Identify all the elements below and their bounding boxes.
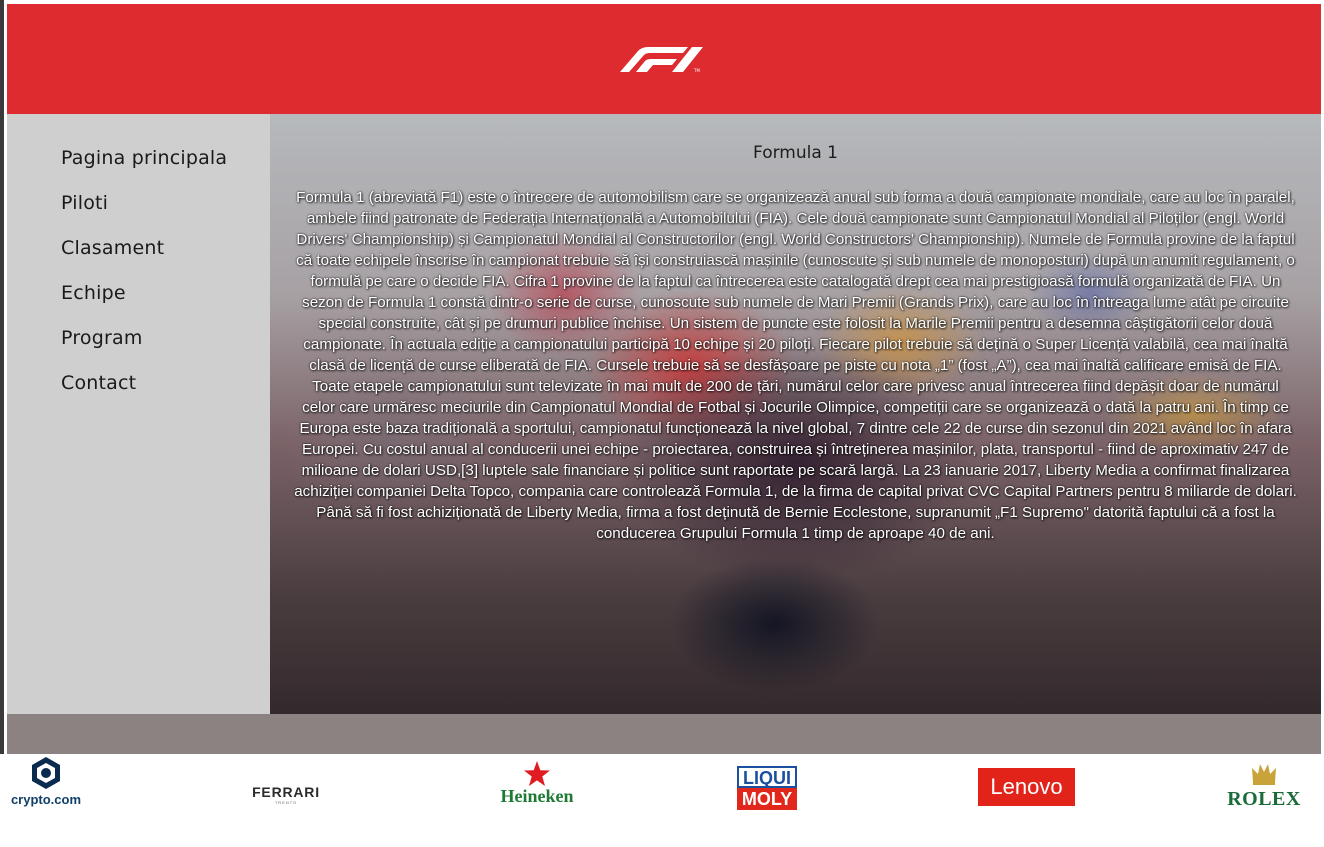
sponsor-crypto-label: crypto.com (10, 792, 82, 807)
sponsor-rolex-label: ROLEX (1227, 788, 1301, 810)
sponsor-rolex[interactable]: ROLEX (1218, 760, 1310, 811)
page-title: Formula 1 (753, 143, 838, 163)
sponsor-crypto[interactable]: crypto.com (6, 754, 86, 818)
red-star-icon (524, 761, 550, 786)
sidebar-nav: Pagina principala Piloti Clasament Echip… (7, 114, 270, 414)
sponsor-ferrari-sub: TRENTO (274, 800, 298, 805)
sponsor-heineken-label: Heineken (500, 786, 574, 806)
footer-bar (7, 714, 1321, 754)
nav-link-contact[interactable]: Contact (61, 372, 136, 394)
sponsor-heineken[interactable]: Heineken (488, 760, 586, 807)
nav-link-standings[interactable]: Clasament (61, 237, 164, 259)
article-text: Formula 1 (abreviată F1) este o întrecer… (294, 189, 1297, 542)
nav-link-schedule[interactable]: Program (61, 327, 143, 349)
sponsor-liqui-top: LIQUI (737, 766, 797, 788)
f1-logo[interactable]: TM (614, 46, 714, 72)
window-edge (0, 0, 4, 847)
sidebar-item-schedule: Program (61, 324, 270, 369)
main-content: Formula 1 Formula 1 (abreviată F1) este … (270, 114, 1321, 714)
crypto-lion-icon (32, 757, 60, 789)
crown-icon (1252, 764, 1276, 785)
sponsor-ferrari[interactable]: FERRARI TRENTO (248, 784, 324, 805)
site-header: TM (7, 4, 1321, 114)
sponsor-liqui-moly[interactable]: LIQUI MOLY (737, 766, 797, 810)
sponsor-strip: crypto.com FERRARI TRENTO Heineken LIQUI… (0, 754, 1324, 847)
svg-text:TM: TM (693, 68, 700, 72)
sidebar-item-standings: Clasament (61, 234, 270, 279)
sidebar-item-contact: Contact (61, 369, 270, 414)
sidebar-item-home: Pagina principala (61, 144, 270, 189)
sponsor-lenovo[interactable]: Lenovo (978, 768, 1075, 806)
sponsor-ferrari-label: FERRARI (252, 784, 320, 800)
sidebar-item-drivers: Piloti (61, 189, 270, 234)
nav-link-home[interactable]: Pagina principala (61, 147, 227, 169)
sidebar-item-teams: Echipe (61, 279, 270, 324)
nav-link-teams[interactable]: Echipe (61, 282, 126, 304)
nav-link-drivers[interactable]: Piloti (61, 192, 108, 214)
sidebar: Pagina principala Piloti Clasament Echip… (7, 114, 270, 714)
sponsor-liqui-bottom: MOLY (737, 788, 797, 810)
